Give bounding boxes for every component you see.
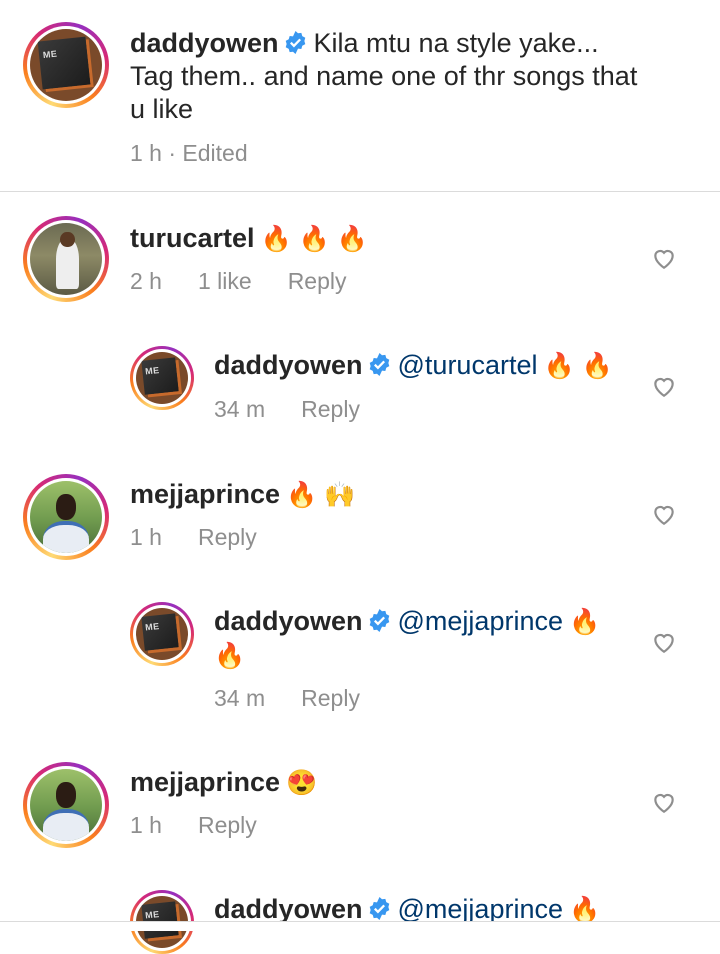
comment-emoji: 😍 xyxy=(286,769,318,797)
reply-body: daddyowen @mejjaprince 🔥 🔥 xyxy=(214,605,634,673)
avatar[interactable]: ME xyxy=(130,346,194,410)
comment-emoji: 🔥 🙌 xyxy=(286,481,356,509)
heart-outline-icon[interactable] xyxy=(651,789,677,815)
comment-meta: 1 h Reply xyxy=(130,524,293,551)
caption-line-2: Tag them.. and name one of thr songs tha… xyxy=(130,61,638,91)
comment-meta: 34 m Reply xyxy=(214,396,396,423)
mention-link[interactable]: @mejjaprince xyxy=(398,894,563,924)
comment-body: mejjaprince 😍 xyxy=(130,766,317,800)
avatar[interactable]: ME xyxy=(130,602,194,666)
verified-badge-icon xyxy=(285,31,305,54)
reply-button[interactable]: Reply xyxy=(288,268,347,294)
comment-username[interactable]: daddyowen xyxy=(214,350,363,380)
bottom-bar xyxy=(0,922,720,931)
comment-body: mejjaprince 🔥 🙌 xyxy=(130,478,355,512)
reply-body: daddyowen @turucartel 🔥 🔥 xyxy=(214,349,613,383)
divider xyxy=(0,191,720,192)
heart-outline-icon[interactable] xyxy=(651,501,677,527)
caption-line-1: Kila mtu na style yake... xyxy=(313,28,599,58)
reply-button[interactable]: Reply xyxy=(301,396,360,422)
comment-emoji: 🔥 🔥 xyxy=(543,352,613,380)
comment-likes[interactable]: 1 like xyxy=(198,268,252,294)
comment-emoji: 🔥 xyxy=(214,642,246,670)
heart-outline-icon[interactable] xyxy=(651,373,677,399)
reply-button[interactable]: Reply xyxy=(301,685,360,711)
verified-badge-icon xyxy=(369,609,389,632)
comment-emoji: 🔥 xyxy=(568,896,601,924)
comment-username[interactable]: daddyowen xyxy=(214,606,363,636)
comment-username[interactable]: turucartel xyxy=(130,223,255,253)
comment-time: 34 m xyxy=(214,396,266,422)
comment-time: 2 h xyxy=(130,268,162,294)
post-meta: 1 h · Edited xyxy=(130,140,248,166)
verified-badge-icon xyxy=(369,897,389,920)
reply-button[interactable]: Reply xyxy=(198,524,257,550)
post-avatar[interactable]: ME xyxy=(23,22,109,108)
comment-emoji: 🔥 🔥 🔥 xyxy=(260,225,368,253)
comment-meta: 1 h Reply xyxy=(130,812,293,839)
comment-meta: 2 h 1 like Reply xyxy=(130,268,383,295)
mention-link[interactable]: @mejjaprince xyxy=(398,606,563,636)
verified-badge-icon xyxy=(369,353,389,376)
heart-outline-icon[interactable] xyxy=(651,629,677,655)
mention-link[interactable]: @turucartel xyxy=(398,350,538,380)
caption-line-3: u like xyxy=(130,94,194,124)
avatar[interactable] xyxy=(23,216,109,302)
comment-username[interactable]: mejjaprince xyxy=(130,479,280,509)
comment-meta: 34 m Reply xyxy=(214,685,396,712)
post-username[interactable]: daddyowen xyxy=(130,28,279,58)
avatar[interactable] xyxy=(23,762,109,848)
comment-time: 1 h xyxy=(130,812,162,838)
comment-emoji: 🔥 xyxy=(568,608,601,636)
avatar[interactable] xyxy=(23,474,109,560)
heart-outline-icon[interactable] xyxy=(651,245,677,271)
comment-body: turucartel 🔥 🔥 🔥 xyxy=(130,222,368,256)
comment-time: 1 h xyxy=(130,524,162,550)
reply-button[interactable]: Reply xyxy=(198,812,257,838)
comment-username[interactable]: daddyowen xyxy=(214,894,363,924)
comment-time: 34 m xyxy=(214,685,266,711)
comment-username[interactable]: mejjaprince xyxy=(130,767,280,797)
